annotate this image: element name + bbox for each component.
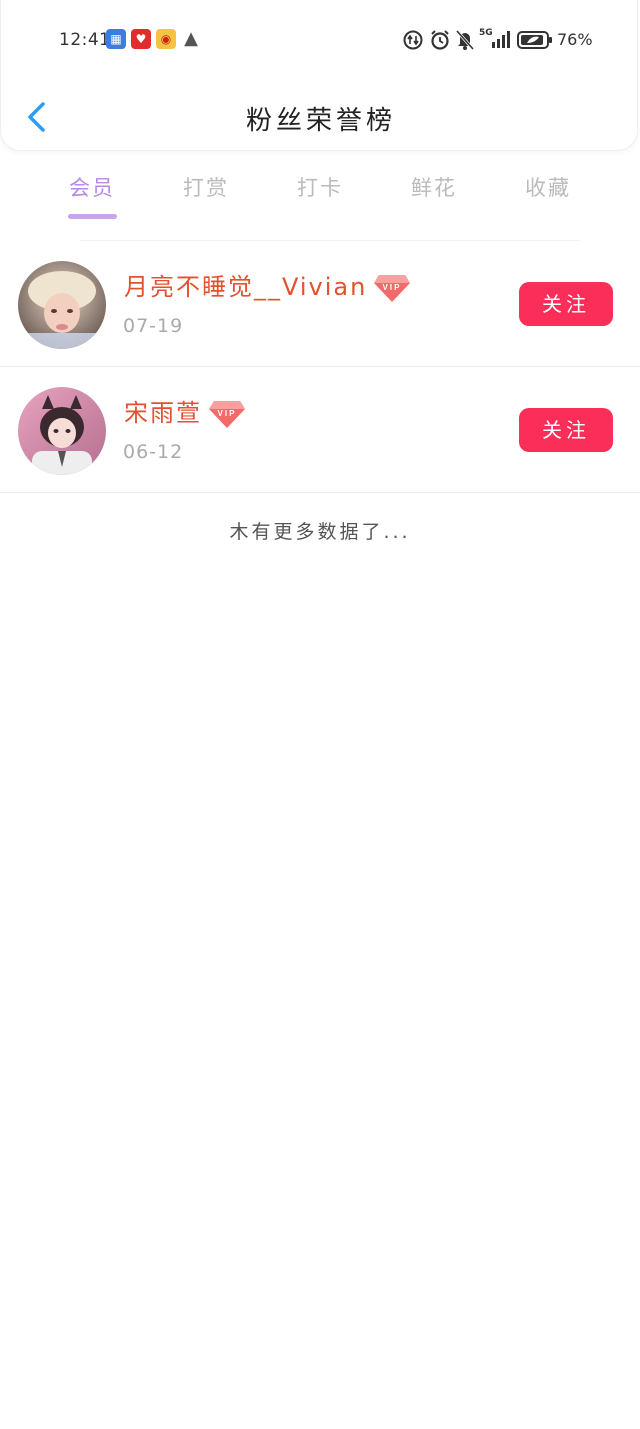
tab-checkin[interactable]: 打卡 xyxy=(280,172,360,202)
mute-bell-icon xyxy=(455,30,475,50)
user-date: 06-12 xyxy=(123,441,184,463)
user-name[interactable]: 月亮不睡觉__Vivian xyxy=(124,273,367,301)
follow-button[interactable]: 关注 xyxy=(519,408,613,452)
tab-favorites[interactable]: 收藏 xyxy=(508,172,588,202)
qq-app-icon: ▲ xyxy=(184,28,198,49)
heart-app-icon: ♥ xyxy=(131,29,151,49)
list-item[interactable]: 月亮不睡觉__Vivian VIP 07-19 关注 xyxy=(0,241,640,367)
avatar[interactable] xyxy=(18,261,106,349)
tab-flowers[interactable]: 鲜花 xyxy=(394,172,474,202)
user-name[interactable]: 宋雨萱 xyxy=(124,399,202,427)
follow-button[interactable]: 关注 xyxy=(519,282,613,326)
user-name-row: 宋雨萱 VIP xyxy=(124,393,246,429)
tab-bar: 会员 打赏 打卡 鲜花 收藏 xyxy=(0,170,640,226)
signal-strength-icon xyxy=(492,31,510,48)
svg-text:VIP: VIP xyxy=(218,409,237,418)
svg-text:VIP: VIP xyxy=(383,283,402,292)
avatar-image xyxy=(18,261,106,349)
vip-diamond-icon: VIP xyxy=(374,275,411,302)
calendar-app-icon: ▦ xyxy=(106,29,126,49)
top-header: 12:41 ▦ ♥ ◉ ▲ 5G 76% 粉丝荣誉榜 xyxy=(0,0,638,151)
avatar[interactable] xyxy=(18,387,106,475)
status-bar: 12:41 ▦ ♥ ◉ ▲ 5G 76% xyxy=(1,20,640,60)
battery-level: 76% xyxy=(557,30,593,49)
active-tab-indicator xyxy=(68,214,117,219)
battery-icon xyxy=(517,31,552,49)
user-date: 07-19 xyxy=(123,315,184,337)
weibo-app-icon: ◉ xyxy=(156,29,176,49)
page-title: 粉丝荣誉榜 xyxy=(245,106,396,136)
avatar-image xyxy=(18,387,106,475)
tab-rewards[interactable]: 打赏 xyxy=(166,172,246,202)
list-item[interactable]: 宋雨萱 VIP 06-12 关注 xyxy=(0,367,640,493)
status-time: 12:41 xyxy=(59,30,111,50)
vip-diamond-icon: VIP xyxy=(209,401,245,428)
data-saver-icon xyxy=(403,30,423,50)
alarm-icon xyxy=(431,30,449,50)
user-name-row: 月亮不睡觉__Vivian VIP xyxy=(124,267,411,303)
no-more-data-text: 木有更多数据了... xyxy=(229,521,411,543)
tab-members[interactable]: 会员 xyxy=(52,172,132,202)
